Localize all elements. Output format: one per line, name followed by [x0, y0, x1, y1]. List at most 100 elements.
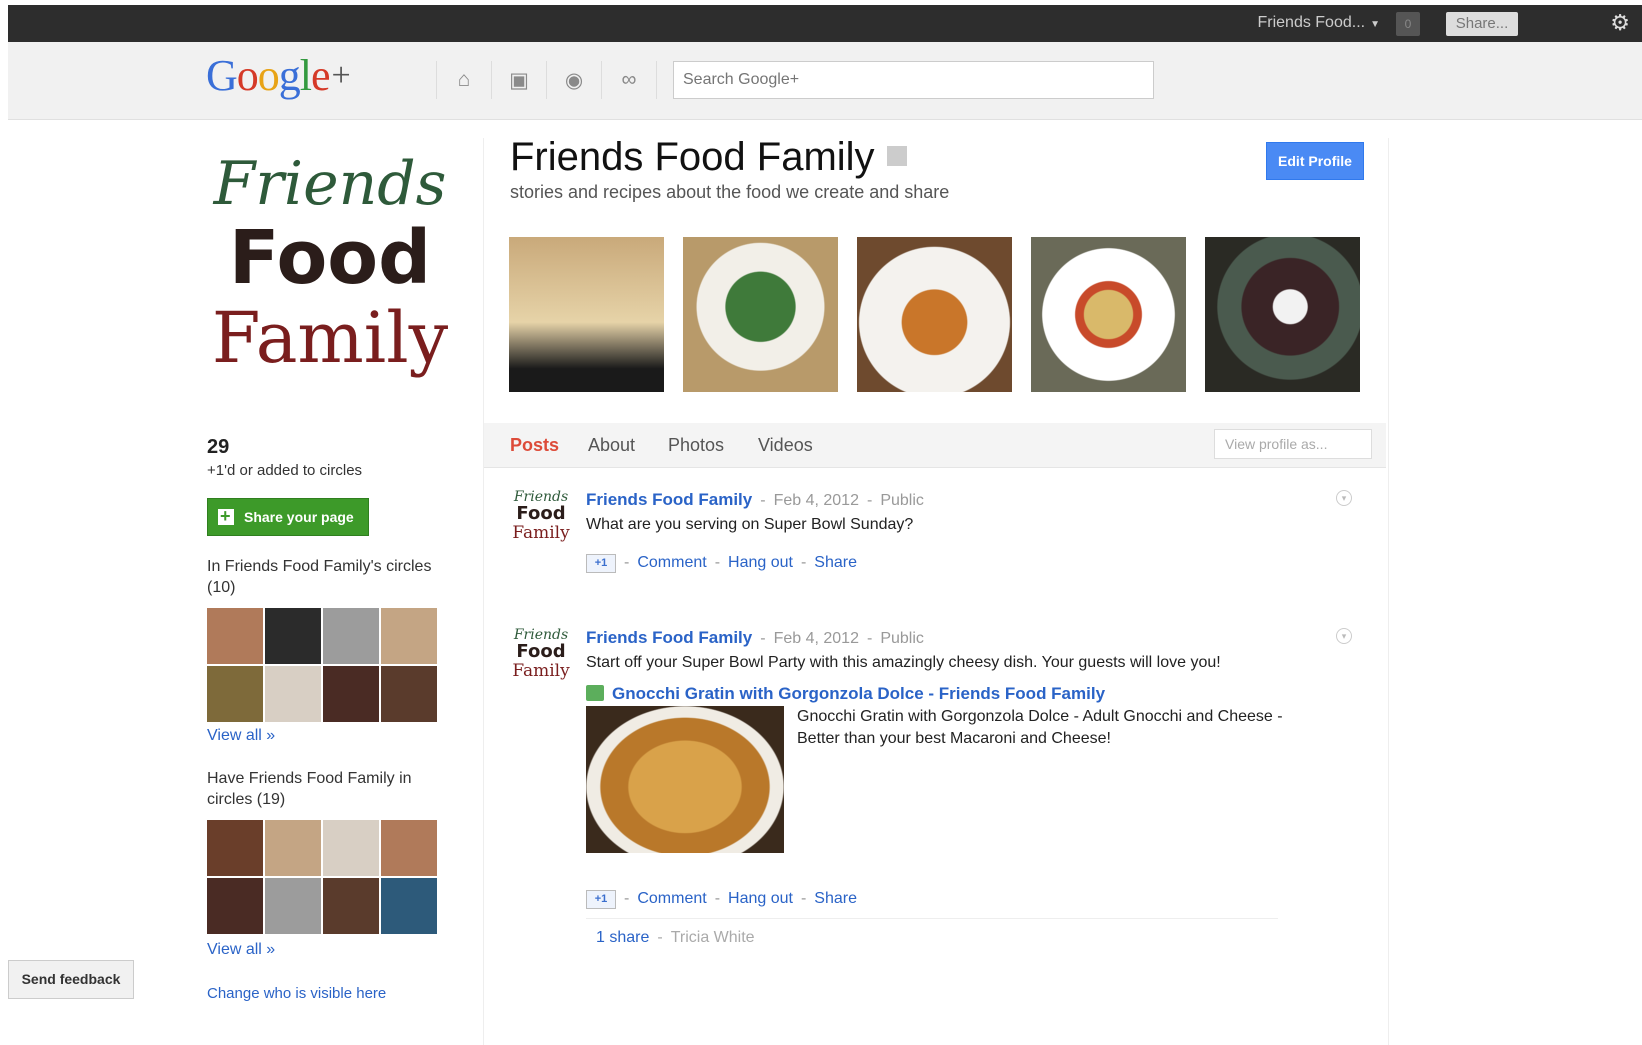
avatar[interactable] — [207, 666, 263, 722]
post-date[interactable]: Feb 4, 2012 — [774, 630, 859, 647]
post-visibility[interactable]: Public — [880, 492, 924, 509]
header: Google+ ⌂ ▣ ◉ ∞ — [8, 42, 1642, 120]
verified-badge-icon — [886, 146, 907, 166]
profile-photo-2[interactable] — [683, 237, 838, 392]
profile-name: Friends Food Family — [510, 135, 907, 180]
share-your-page-button[interactable]: Share your page — [207, 498, 369, 536]
avatar[interactable] — [207, 820, 263, 876]
plus-icon — [218, 506, 234, 527]
avatar[interactable] — [323, 878, 379, 934]
avatar[interactable] — [265, 820, 321, 876]
share-your-page-label: Share your page — [244, 509, 354, 525]
profile-tabs: Posts About Photos Videos View profile a… — [484, 423, 1386, 468]
post-text: Start off your Super Bowl Party with thi… — [586, 654, 1221, 671]
profile-photo-3[interactable] — [857, 237, 1012, 392]
brand-logo-line1: Friends — [213, 149, 447, 219]
profile-photo-4[interactable] — [1031, 237, 1186, 392]
shared-link[interactable]: Gnocchi Gratin with Gorgonzola Dolce - F… — [586, 684, 1105, 704]
avatar[interactable] — [265, 878, 321, 934]
hangout-link[interactable]: Hang out — [728, 890, 793, 907]
plus-one-button[interactable]: +1 — [586, 554, 616, 573]
nav-icons: ⌂ ▣ ◉ ∞ — [436, 61, 657, 99]
edit-profile-button[interactable]: Edit Profile — [1266, 142, 1364, 180]
send-feedback-button[interactable]: Send feedback — [8, 960, 134, 999]
post-avatar-line1: Friends — [513, 627, 569, 643]
avatar[interactable] — [265, 608, 321, 664]
tab-photos[interactable]: Photos — [668, 435, 724, 456]
google-plus-logo[interactable]: Google+ — [206, 50, 351, 101]
in-circles-avatars — [207, 608, 437, 722]
post-avatar-line1: Friends — [513, 489, 569, 505]
link-icon — [586, 685, 604, 701]
avatar[interactable] — [265, 666, 321, 722]
post-actions: +1- Comment - Hang out - Share — [586, 554, 857, 573]
account-switcher[interactable]: Friends Food... ▼ — [1257, 14, 1380, 32]
comment-link[interactable]: Comment — [637, 554, 706, 571]
view-profile-as-input[interactable]: View profile as... — [1214, 429, 1372, 459]
avatar[interactable] — [323, 666, 379, 722]
in-circles-heading: In Friends Food Family's circles (10) — [207, 558, 432, 596]
photo-strip — [509, 237, 1360, 392]
post-author-avatar[interactable]: Friends Food Family — [510, 628, 572, 684]
avatar[interactable] — [207, 878, 263, 934]
share-link[interactable]: Share — [814, 890, 857, 907]
have-in-circles-heading: Have Friends Food Family in circles (19) — [207, 770, 412, 808]
comment-link[interactable]: Comment — [637, 890, 706, 907]
profile-name-text: Friends Food Family — [510, 135, 875, 179]
shared-by[interactable]: Tricia White — [671, 929, 755, 946]
in-circles-view-all-link[interactable]: View all » — [207, 727, 275, 745]
circle-count: 29 — [207, 436, 230, 458]
post-actions: +1- Comment - Hang out - Share — [586, 890, 857, 909]
hangout-link[interactable]: Hang out — [728, 554, 793, 571]
have-in-circles-view-all-link[interactable]: View all » — [207, 941, 275, 959]
post-visibility[interactable]: Public — [880, 630, 924, 647]
post-menu-icon[interactable]: ▾ — [1336, 628, 1352, 644]
post-date[interactable]: Feb 4, 2012 — [774, 492, 859, 509]
post-author[interactable]: Friends Food Family — [586, 490, 752, 509]
share-button[interactable]: Share... — [1446, 12, 1518, 36]
avatar[interactable] — [381, 878, 437, 934]
caret-down-icon: ▼ — [1370, 19, 1380, 30]
post-text: What are you serving on Super Bowl Sunda… — [586, 516, 914, 533]
post-avatar-line2: Food — [516, 503, 566, 524]
home-icon[interactable]: ⌂ — [436, 61, 492, 99]
tab-about[interactable]: About — [588, 435, 635, 456]
notifications-count[interactable]: 0 — [1396, 12, 1420, 36]
shared-link-title: Gnocchi Gratin with Gorgonzola Dolce - F… — [612, 684, 1106, 703]
brand-logo-line2: Food — [228, 215, 432, 301]
change-visibility-link[interactable]: Change who is visible here — [207, 985, 386, 1002]
avatar[interactable] — [323, 820, 379, 876]
profile-icon[interactable]: ◉ — [547, 61, 602, 99]
post-author-avatar[interactable]: Friends Food Family — [510, 490, 572, 546]
post-meta: Friends Food Family - Feb 4, 2012- Public — [586, 490, 924, 509]
share-link[interactable]: Share — [814, 554, 857, 571]
post-avatar-line3: Family — [512, 523, 570, 543]
top-bar: Friends Food... ▼ 0 Share... ⚙ — [8, 5, 1642, 42]
photos-icon[interactable]: ▣ — [492, 61, 547, 99]
post: Friends Food Family Friends Food Family -… — [510, 628, 1370, 968]
avatar[interactable] — [381, 820, 437, 876]
tab-videos[interactable]: Videos — [758, 435, 813, 456]
shared-link-thumbnail[interactable] — [586, 706, 784, 853]
plus-one-button[interactable]: +1 — [586, 890, 616, 909]
account-name: Friends Food... — [1257, 14, 1366, 31]
profile-photo-5[interactable] — [1205, 237, 1360, 392]
avatar[interactable] — [381, 608, 437, 664]
avatar[interactable] — [323, 608, 379, 664]
avatar[interactable] — [381, 666, 437, 722]
profile-tagline: stories and recipes about the food we cr… — [510, 182, 950, 202]
avatar[interactable] — [207, 608, 263, 664]
post-author[interactable]: Friends Food Family — [586, 628, 752, 647]
circle-count-label: +1'd or added to circles — [207, 462, 363, 479]
tab-posts[interactable]: Posts — [510, 435, 559, 456]
brand-logo-line3: Family — [211, 297, 449, 379]
post-avatar-line2: Food — [516, 641, 566, 662]
have-in-circles-avatars — [207, 820, 437, 934]
circles-icon[interactable]: ∞ — [602, 61, 657, 99]
post-menu-icon[interactable]: ▾ — [1336, 490, 1352, 506]
gear-icon[interactable]: ⚙ — [1610, 11, 1630, 35]
shared-link-description: Gnocchi Gratin with Gorgonzola Dolce - A… — [797, 708, 1283, 747]
search-input[interactable] — [673, 61, 1154, 99]
profile-photo-1[interactable] — [509, 237, 664, 392]
shares-count-link[interactable]: 1 share — [596, 929, 649, 946]
